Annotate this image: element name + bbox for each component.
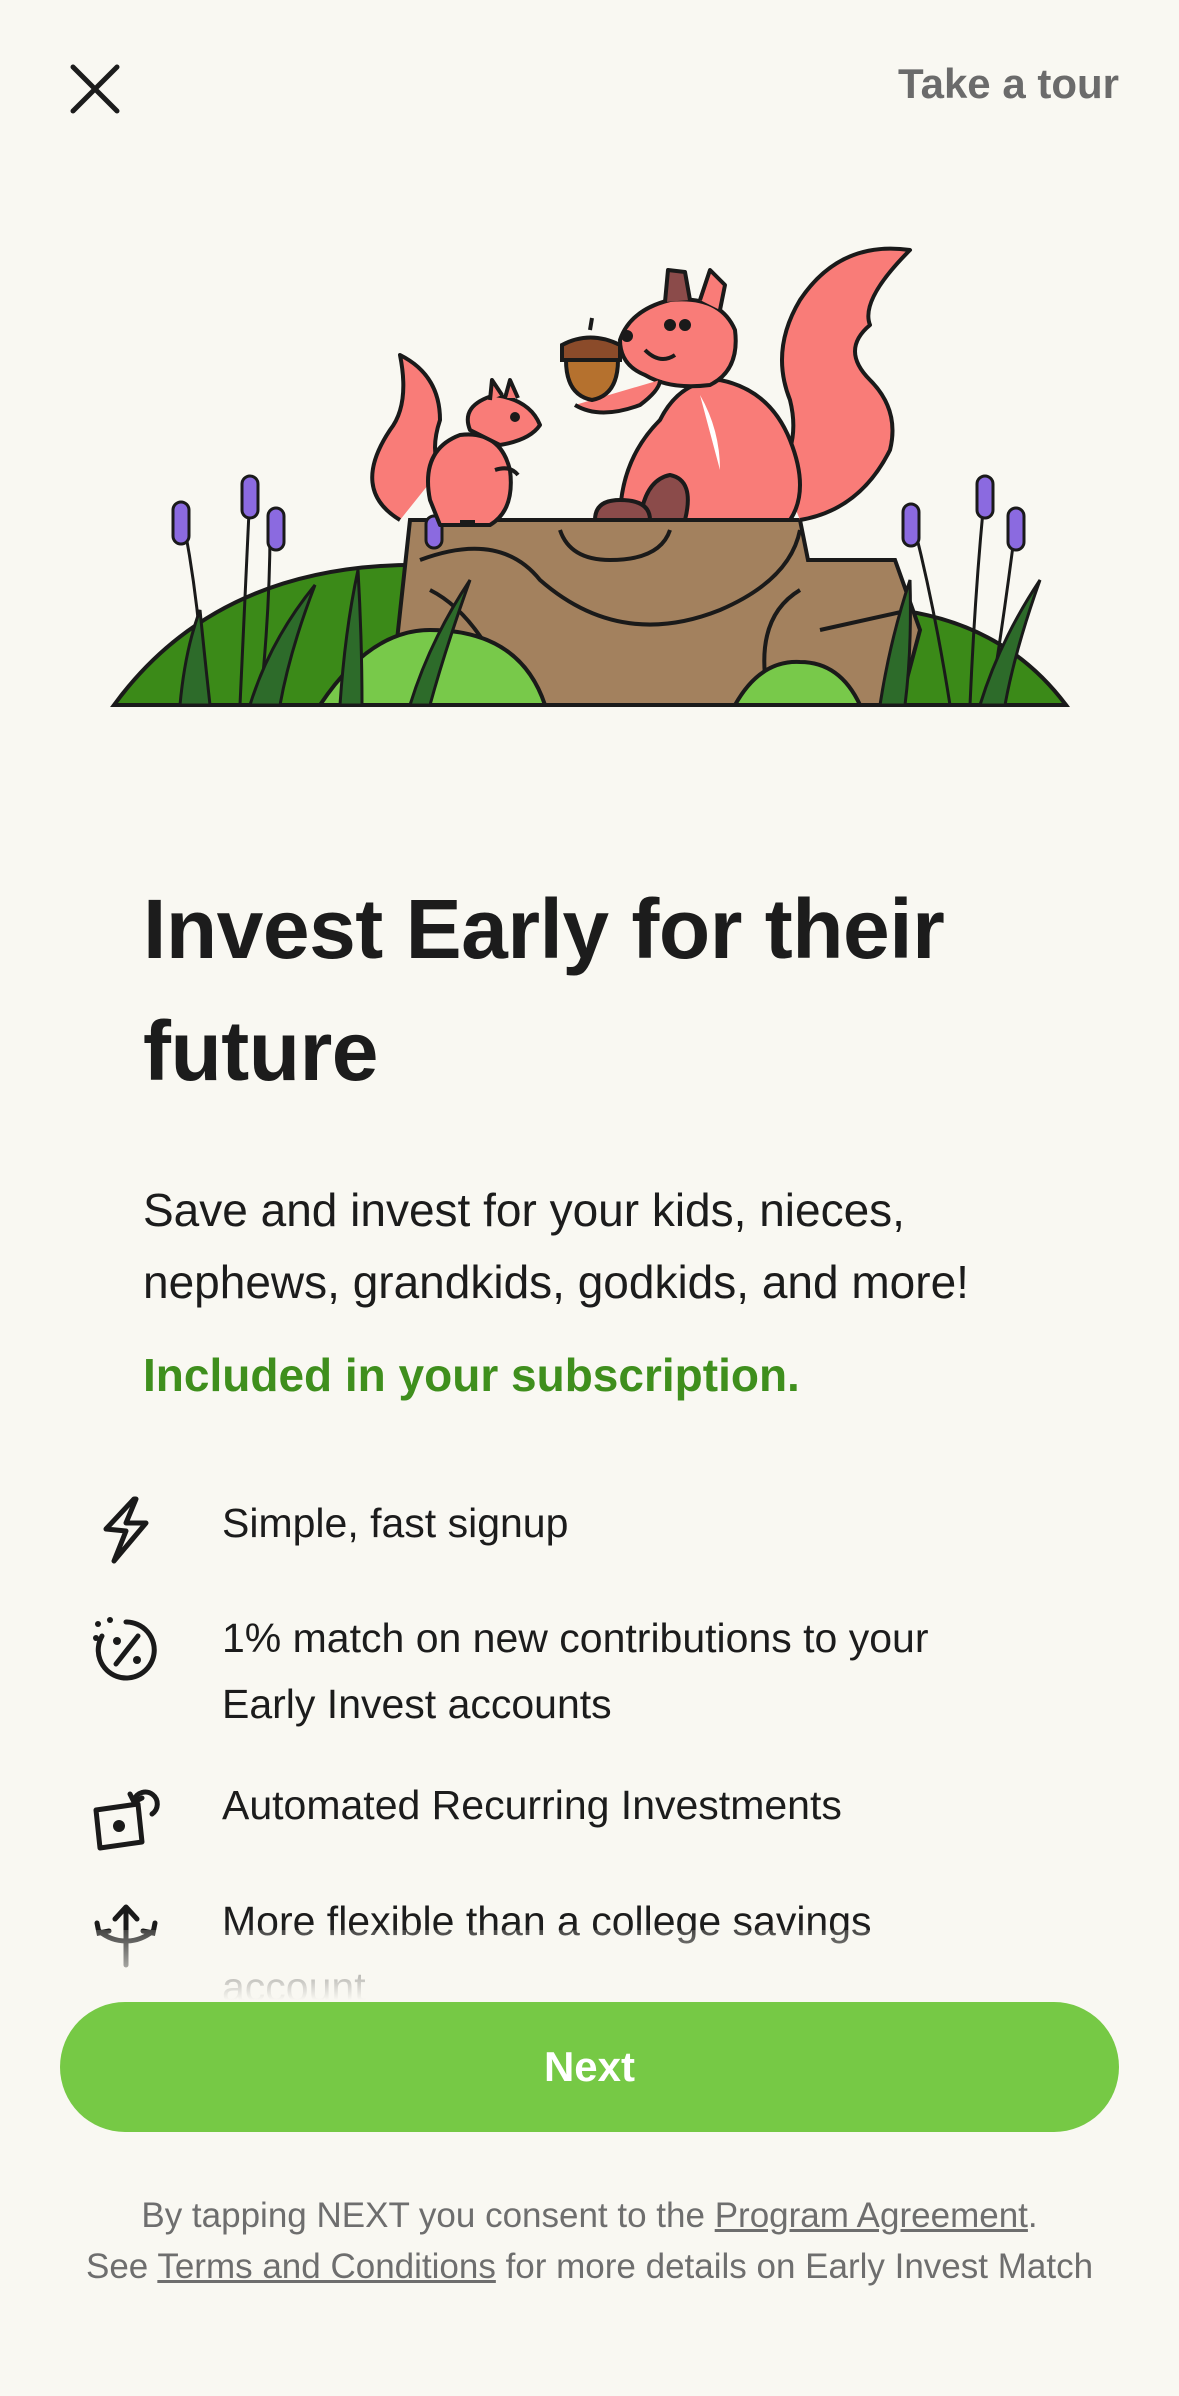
feature-text: 1% match on new contributions to your Ea…: [222, 1615, 929, 1727]
page-title: Invest Early for their future: [143, 882, 945, 1098]
percent-badge-icon: [86, 1610, 166, 1690]
legal-text: for more details on Early Invest Match: [495, 2247, 1094, 2286]
squirrels-illustration: [100, 230, 1080, 720]
small-squirrel: [370, 353, 542, 527]
legal-text: By tapping NEXT you consent to the: [141, 2196, 715, 2235]
included-notice: Included in your subscription.: [143, 1349, 800, 1401]
scroll-fade: [0, 1930, 1179, 2000]
legal-disclaimer: By tapping NEXT you consent to the Progr…: [0, 2190, 1179, 2292]
feature-list[interactable]: Simple, fast signup 1% match on new cont…: [0, 1460, 1179, 2000]
legal-text: See: [85, 2247, 158, 2286]
next-button[interactable]: Next: [60, 2002, 1119, 2132]
acorn: [560, 317, 622, 403]
take-a-tour-link[interactable]: Take a tour: [898, 60, 1119, 108]
subtitle: Save and invest for your kids, nieces, n…: [143, 1184, 969, 1308]
legal-line-1: By tapping NEXT you consent to the Progr…: [0, 2190, 1179, 2241]
big-squirrel: [573, 246, 912, 522]
legal-line-2: See Terms and Conditions for more detail…: [0, 2241, 1179, 2292]
terms-and-conditions-link[interactable]: Terms and Conditions: [157, 2247, 496, 2286]
feature-text: Simple, fast signup: [222, 1500, 569, 1546]
intro-section: Invest Early for their future Save and i…: [143, 868, 1073, 1402]
next-button-label: Next: [543, 2043, 636, 2090]
lightning-icon: [86, 1490, 166, 1570]
recurring-cash-icon: [86, 1780, 166, 1860]
close-icon: [70, 64, 120, 114]
close-button[interactable]: [58, 52, 132, 126]
top-bar: Take a tour: [0, 0, 1179, 170]
legal-text: .: [1027, 2196, 1038, 2235]
program-agreement-link[interactable]: Program Agreement: [715, 2196, 1028, 2235]
feature-text: Automated Recurring Investments: [222, 1782, 842, 1828]
